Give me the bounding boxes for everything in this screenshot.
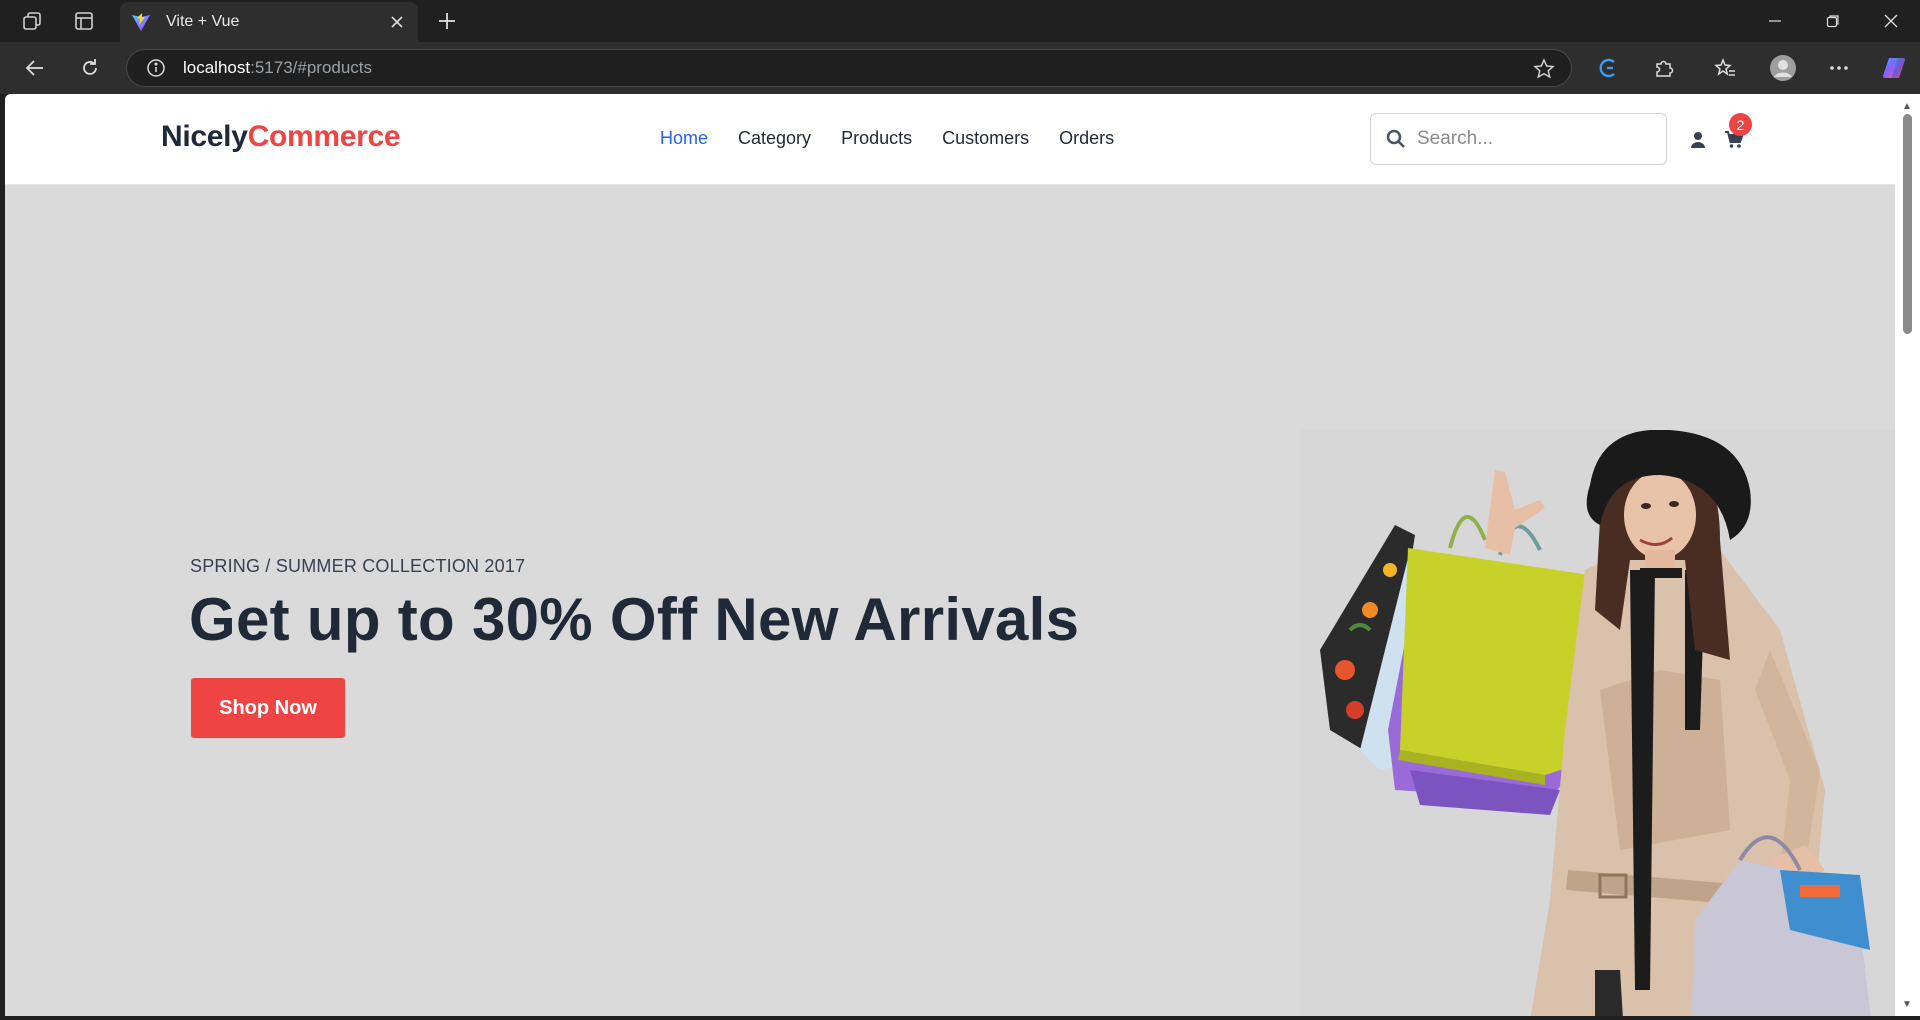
new-tab-icon[interactable]	[432, 6, 462, 36]
nav-products[interactable]: Products	[841, 128, 912, 149]
site-info-icon[interactable]	[145, 57, 167, 79]
minimize-icon[interactable]	[1745, 0, 1805, 42]
url-text: localhost:5173/#products	[183, 58, 372, 78]
hero-title: Get up to 30% Off New Arrivals	[189, 586, 1080, 653]
scroll-down-arrow-icon[interactable]: ▼	[1901, 998, 1913, 1010]
scroll-up-arrow-icon[interactable]: ▲	[1901, 100, 1913, 112]
address-bar[interactable]: localhost:5173/#products	[126, 49, 1572, 87]
extensions-puzzle-icon[interactable]	[1649, 53, 1679, 83]
profile-avatar-icon[interactable]	[1768, 53, 1798, 83]
hero-subtitle: SPRING / SUMMER COLLECTION 2017	[190, 556, 526, 576]
site-header: NicelyCommerce Home Category Products Cu…	[5, 94, 1895, 185]
nav-customers[interactable]: Customers	[942, 128, 1029, 149]
search-icon	[1385, 128, 1407, 150]
favorite-star-icon[interactable]	[1531, 56, 1557, 82]
close-tab-icon[interactable]	[382, 7, 412, 37]
vertical-tabs-icon[interactable]	[71, 9, 97, 33]
user-account-icon[interactable]	[1688, 130, 1708, 150]
more-options-icon[interactable]	[1824, 53, 1854, 83]
nav-home[interactable]: Home	[660, 128, 708, 149]
page-viewport: NicelyCommerce Home Category Products Cu…	[5, 94, 1895, 1016]
scrollbar-thumb[interactable]	[1903, 114, 1912, 334]
vite-logo-icon	[130, 12, 152, 32]
hero-shopping-woman-image	[1300, 430, 1895, 1016]
nav-category[interactable]: Category	[738, 128, 811, 149]
reload-icon[interactable]	[75, 53, 105, 83]
hero-banner: SPRING / SUMMER COLLECTION 2017 Get up t…	[5, 185, 1895, 1016]
favorites-collection-icon[interactable]	[1710, 53, 1740, 83]
site-logo[interactable]: NicelyCommerce	[161, 120, 401, 154]
shop-now-button[interactable]: Shop Now	[191, 678, 345, 738]
nav-orders[interactable]: Orders	[1059, 128, 1114, 149]
restore-icon[interactable]	[1803, 0, 1863, 42]
page-scrollbar[interactable]: ▲ ▼	[1895, 94, 1920, 1016]
url-host: localhost	[183, 58, 251, 77]
close-window-icon[interactable]	[1861, 0, 1920, 42]
logo-part-1: Nicely	[161, 120, 248, 153]
browser-toolbar: localhost:5173/#products	[0, 42, 1920, 94]
back-arrow-icon[interactable]	[20, 53, 50, 83]
search-input[interactable]	[1417, 128, 1647, 150]
tab-title: Vite + Vue	[166, 13, 240, 30]
browser-tab-strip: Vite + Vue	[0, 0, 1920, 42]
copilot-sidebar-icon[interactable]	[1594, 53, 1624, 83]
logo-part-2: Commerce	[247, 120, 401, 153]
url-path: :5173/#products	[250, 58, 373, 77]
cart-count-badge: 2	[1729, 113, 1752, 136]
main-nav: Home Category Products Customers Orders	[660, 128, 1114, 149]
workspaces-icon[interactable]	[19, 9, 45, 33]
copilot-icon[interactable]	[1879, 53, 1909, 83]
browser-tab-active[interactable]: Vite + Vue	[120, 2, 418, 42]
search-box	[1370, 113, 1667, 165]
